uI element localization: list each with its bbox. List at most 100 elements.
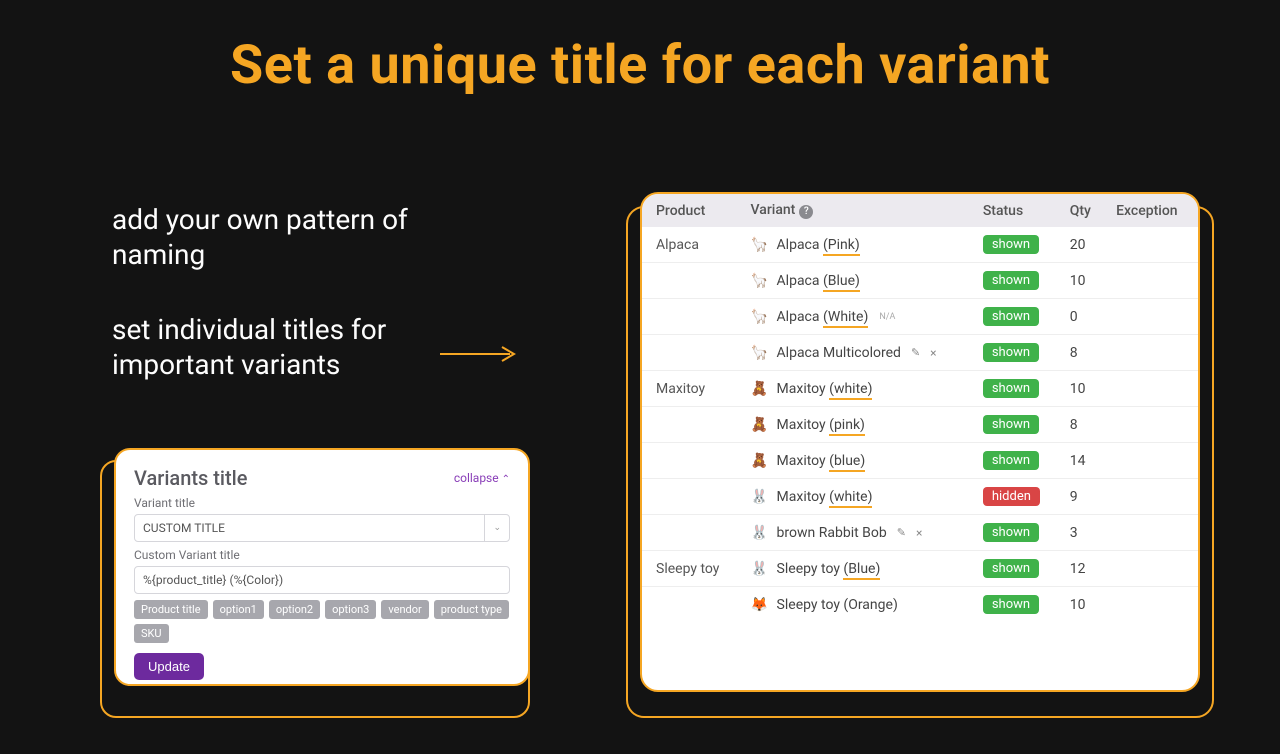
token-tag[interactable]: option3 [325,600,376,619]
product-cell [642,443,741,479]
qty-cell: 12 [1060,551,1106,587]
variant-name: Alpaca (Blue) [777,273,860,289]
status-cell: shown [973,515,1060,551]
table-row: 🧸Maxitoy (blue)shown14 [642,443,1198,479]
panel-title: Variants title [134,466,247,490]
token-tag[interactable]: option1 [213,600,264,619]
variant-cell[interactable]: 🐰brown Rabbit Bob✎× [741,515,973,551]
close-icon[interactable]: × [930,346,936,360]
table-row: 🦙 Alpaca (Blue) shown 10 [642,263,1198,299]
variant-cell[interactable]: 🐰Maxitoy (white) [741,479,973,515]
edit-icon[interactable]: ✎ [911,346,920,359]
collapse-toggle[interactable]: collapse ⌃ [454,471,510,485]
update-button[interactable]: Update [134,653,204,680]
status-cell: shown [973,371,1060,407]
exception-cell [1106,371,1198,407]
variant-cell[interactable]: 🧸Maxitoy (pink) [741,407,973,443]
status-badge: shown [983,235,1039,254]
exception-cell [1106,515,1198,551]
status-cell: shown [973,335,1060,371]
variant-cell[interactable]: 🦙Alpaca (White)N/A [741,299,973,335]
status-cell: shown [973,587,1060,623]
table-row: Alpaca🦙Alpaca (Pink) shown 20 [642,227,1198,263]
product-cell: Alpaca [642,227,741,263]
status-badge: shown [983,415,1039,434]
qty-cell: 8 [1060,407,1106,443]
arrow-icon [440,344,520,364]
variant-name: Alpaca Multicolored [777,345,901,361]
custom-variant-input[interactable]: %{product_title} (%{Color}) [134,566,510,594]
variant-thumb-icon: 🦙 [751,236,769,254]
exception-cell [1106,299,1198,335]
table-row: 🦊Sleepy toy (Orange) shown 10 [642,587,1198,623]
product-cell [642,299,741,335]
token-tag[interactable]: Product title [134,600,208,619]
variant-name: Maxitoy (blue) [777,453,866,469]
chevron-up-icon: ⌃ [502,474,510,485]
status-cell: shown [973,407,1060,443]
page-headline: Set a unique title for each variant [0,34,1280,97]
status-cell: shown [973,299,1060,335]
close-icon[interactable]: × [916,526,922,540]
variant-thumb-icon: 🦙 [751,344,769,362]
status-cell: shown [973,263,1060,299]
table-row: 🧸Maxitoy (pink) shown 8 [642,407,1198,443]
variant-cell[interactable]: 🧸Maxitoy (white) [741,371,973,407]
exception-cell [1106,263,1198,299]
variant-title-label: Variant title [134,496,510,510]
variant-title-select[interactable]: CUSTOM TITLE ⌄ [134,514,510,542]
qty-cell: 10 [1060,263,1106,299]
variant-cell[interactable]: 🧸Maxitoy (blue) [741,443,973,479]
status-badge: shown [983,271,1039,290]
product-cell [642,407,741,443]
variant-cell[interactable]: 🦊Sleepy toy (Orange) [741,587,973,623]
product-cell [642,515,741,551]
variant-thumb-icon: 🦙 [751,308,769,326]
variant-title-value: CUSTOM TITLE [143,521,225,535]
custom-variant-label: Custom Variant title [134,548,510,562]
variant-thumb-icon: 🐰 [751,560,769,578]
status-badge: shown [983,307,1039,326]
token-tag[interactable]: SKU [134,624,169,643]
variant-name: Sleepy toy (Orange) [777,597,898,613]
table-row: 🦙Alpaca (White)N/Ashown0 [642,299,1198,335]
variant-cell[interactable]: 🦙Alpaca (Pink) [741,227,973,263]
product-cell [642,587,741,623]
variant-name: Maxitoy (white) [777,381,873,397]
exception-cell [1106,407,1198,443]
col-product: Product [642,194,741,227]
token-tag[interactable]: vendor [381,600,428,619]
status-badge: shown [983,559,1039,578]
subhead-pattern: add your own pattern of naming [112,202,442,272]
product-cell [642,263,741,299]
exception-cell [1106,227,1198,263]
col-status: Status [973,194,1060,227]
variant-name: Alpaca (White) [777,309,869,325]
status-badge: shown [983,451,1039,470]
qty-cell: 20 [1060,227,1106,263]
qty-cell: 3 [1060,515,1106,551]
table-row: Sleepy toy🐰Sleepy toy (Blue)shown12 [642,551,1198,587]
variant-thumb-icon: 🧸 [751,416,769,434]
status-badge: shown [983,595,1039,614]
status-badge: shown [983,379,1039,398]
variant-cell[interactable]: 🦙 Alpaca Multicolored ✎ × [741,335,973,371]
variant-thumb-icon: 🐰 [751,524,769,542]
exception-cell [1106,335,1198,371]
token-tag[interactable]: option2 [269,600,320,619]
variant-cell[interactable]: 🐰 Sleepy toy (Blue) [741,551,973,587]
variant-thumb-icon: 🦙 [751,272,769,290]
help-icon[interactable]: ? [799,205,813,219]
status-cell: shown [973,227,1060,263]
variant-name: Sleepy toy (Blue) [777,561,881,577]
token-tag[interactable]: product type [434,600,509,619]
variant-thumb-icon: 🐰 [751,488,769,506]
status-badge: shown [983,343,1039,362]
edit-icon[interactable]: ✎ [897,526,906,539]
variants-title-panel: Variants title collapse ⌃ Variant title … [114,448,530,686]
product-cell [642,479,741,515]
variants-table: Product Variant? Status Qty Exception Al… [642,194,1198,622]
qty-cell: 10 [1060,587,1106,623]
variant-cell[interactable]: 🦙 Alpaca (Blue) [741,263,973,299]
exception-cell [1106,443,1198,479]
